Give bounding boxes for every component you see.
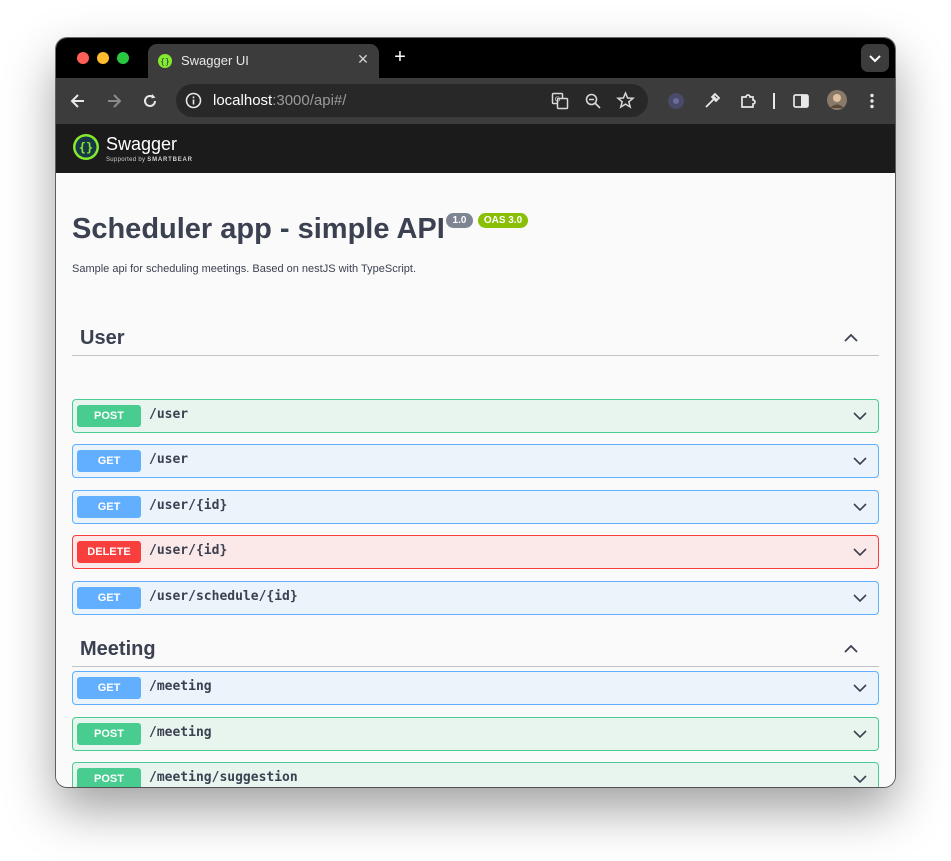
minimize-window-button[interactable] xyxy=(97,52,109,64)
tag-name: Meeting xyxy=(80,638,156,660)
tag-name: User xyxy=(80,327,125,349)
svg-text:G: G xyxy=(555,96,560,104)
method-badge: POST xyxy=(77,405,141,427)
back-arrow-icon[interactable] xyxy=(68,91,88,111)
url-path: :3000/api#/ xyxy=(272,92,347,109)
chevron-down-icon[interactable] xyxy=(852,771,868,787)
browser-toolbar: localhost:3000/api#/ G xyxy=(56,78,895,125)
chevron-down-icon[interactable] xyxy=(852,590,868,606)
operation-get-user[interactable]: GET /user xyxy=(72,444,879,478)
chevron-down-icon[interactable] xyxy=(852,408,868,424)
more-menu-icon[interactable] xyxy=(862,91,882,111)
reload-icon[interactable] xyxy=(140,91,160,111)
side-panel-icon[interactable] xyxy=(791,91,811,111)
method-badge: POST xyxy=(77,723,141,745)
swagger-favicon-icon: {} xyxy=(158,54,172,68)
forward-arrow-icon[interactable] xyxy=(104,91,124,111)
method-badge: GET xyxy=(77,450,141,472)
tab-title: Swagger UI xyxy=(181,53,249,68)
tab-strip: {} Swagger UI ✕ + xyxy=(56,38,895,78)
swagger-sub-brand: SMARTBEAR xyxy=(147,157,193,163)
close-window-button[interactable] xyxy=(77,52,89,64)
swagger-brand-text: Swagger xyxy=(106,134,178,154)
swagger-logo-icon[interactable]: {} xyxy=(72,133,100,161)
tab-close-icon[interactable]: ✕ xyxy=(353,49,373,69)
operation-delete-user-id[interactable]: DELETE /user/{id} xyxy=(72,535,879,569)
site-info-icon[interactable] xyxy=(185,92,202,109)
oas-badge: OAS 3.0 xyxy=(478,213,528,228)
operation-path: /user xyxy=(149,407,189,422)
url-text: localhost:3000/api#/ xyxy=(213,92,346,109)
chevron-down-icon[interactable] xyxy=(852,453,868,469)
tag-section-meeting[interactable]: Meeting xyxy=(72,632,879,667)
operation-post-user[interactable]: POST /user xyxy=(72,399,879,433)
tag-section-user[interactable]: User xyxy=(72,321,879,356)
operation-post-meeting-suggestion[interactable]: POST /meeting/suggestion xyxy=(72,762,879,787)
api-description: Sample api for scheduling meetings. Base… xyxy=(72,263,417,275)
translate-icon[interactable]: G xyxy=(551,92,569,110)
operation-path: /user xyxy=(149,452,189,467)
swagger-sub-prefix: Supported by xyxy=(106,157,146,163)
url-host: localhost xyxy=(213,92,273,109)
toolbar-divider xyxy=(773,93,775,109)
swagger-sub-text: Supported by SMARTBEAR xyxy=(106,157,193,163)
method-badge: GET xyxy=(77,677,141,699)
chevron-down-icon xyxy=(869,55,881,63)
chevron-up-icon[interactable] xyxy=(843,641,859,657)
operation-get-meeting[interactable]: GET /meeting xyxy=(72,671,879,705)
chevron-down-icon[interactable] xyxy=(852,499,868,515)
method-badge: GET xyxy=(77,496,141,518)
profile-avatar-icon[interactable] xyxy=(826,89,848,111)
chevron-down-icon[interactable] xyxy=(852,544,868,560)
zoom-icon[interactable] xyxy=(584,92,602,110)
operation-path: /user/{id} xyxy=(149,543,228,558)
operation-path: /user/schedule/{id} xyxy=(149,589,298,604)
bookmark-star-icon[interactable] xyxy=(616,91,635,110)
operation-get-user-schedule[interactable]: GET /user/schedule/{id} xyxy=(72,581,879,615)
new-tab-button[interactable]: + xyxy=(390,47,410,67)
api-title: Scheduler app - simple API xyxy=(72,213,445,245)
extension-badge-icon[interactable] xyxy=(666,91,686,111)
method-badge: POST xyxy=(77,768,141,787)
swagger-topbar: {} Swagger Supported by SMARTBEAR xyxy=(56,125,895,173)
operation-path: /meeting xyxy=(149,725,212,740)
chevron-down-icon[interactable] xyxy=(852,726,868,742)
chevron-up-icon[interactable] xyxy=(843,330,859,346)
tab-swagger-ui[interactable]: {} Swagger UI ✕ xyxy=(148,44,379,78)
chevron-down-icon[interactable] xyxy=(852,680,868,696)
swagger-content: Scheduler app - simple API 1.0 OAS 3.0 S… xyxy=(56,173,895,787)
maximize-window-button[interactable] xyxy=(117,52,129,64)
operation-post-meeting[interactable]: POST /meeting xyxy=(72,717,879,751)
method-badge: DELETE xyxy=(77,541,141,563)
operation-path: /user/{id} xyxy=(149,498,228,513)
version-badge: 1.0 xyxy=(446,213,473,228)
tab-search-button[interactable] xyxy=(861,44,889,72)
method-badge: GET xyxy=(77,587,141,609)
extensions-puzzle-icon[interactable] xyxy=(738,91,758,111)
operation-path: /meeting/suggestion xyxy=(149,770,298,785)
operation-path: /meeting xyxy=(149,679,212,694)
operation-get-user-id[interactable]: GET /user/{id} xyxy=(72,490,879,524)
eyedropper-icon[interactable] xyxy=(702,91,722,111)
svg-text:{}: {} xyxy=(79,141,93,155)
address-bar[interactable]: localhost:3000/api#/ G xyxy=(176,84,648,117)
svg-text:{}: {} xyxy=(160,57,170,66)
browser-window: {} Swagger UI ✕ + localhost:3000/api#/ G… xyxy=(56,38,895,787)
